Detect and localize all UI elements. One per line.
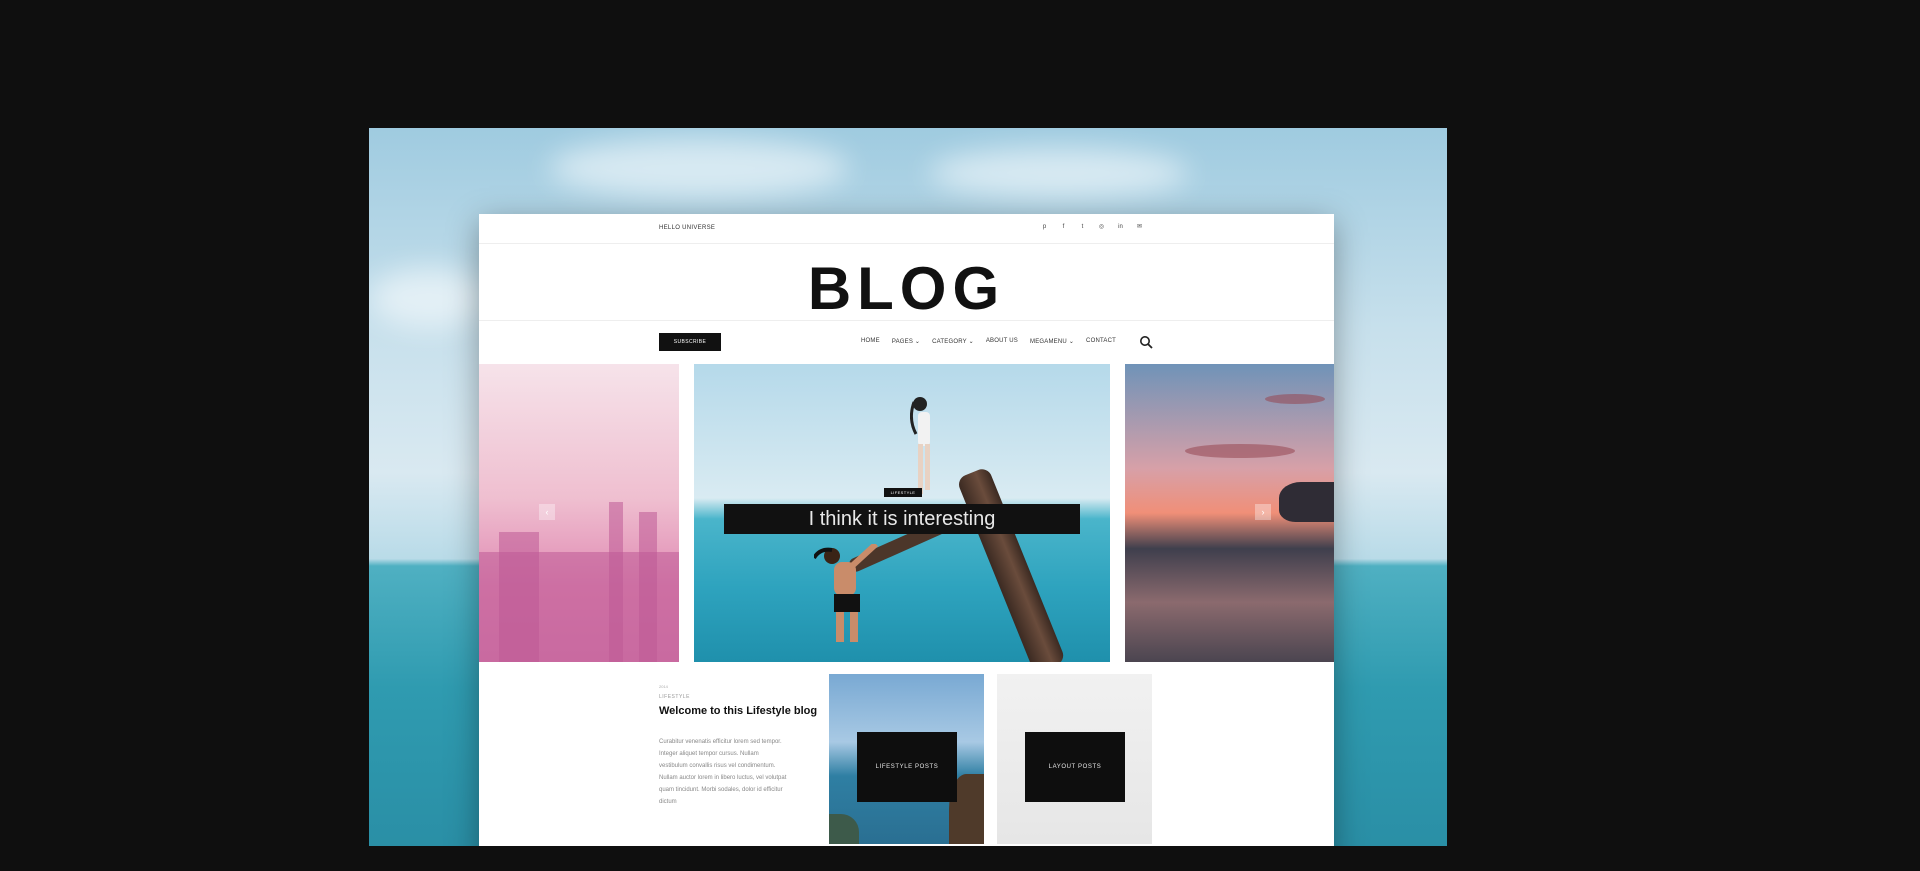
slider-next-arrow[interactable]: ›: [1255, 504, 1271, 520]
email-icon[interactable]: ✉: [1136, 224, 1143, 231]
lifestyle-posts-card[interactable]: LIFESTYLE POSTS: [829, 674, 984, 844]
card-label[interactable]: LIFESTYLE POSTS: [857, 732, 957, 802]
hero-slider: ‹ LIFESTYLE I think it is interesting ›: [479, 364, 1334, 662]
site-logo[interactable]: BLOG: [479, 254, 1334, 323]
slide-city[interactable]: ‹: [479, 364, 679, 662]
nav-item-pages[interactable]: PAGES ⌄: [892, 338, 920, 345]
card-label[interactable]: LAYOUT POSTS: [1025, 732, 1125, 802]
latest-posts: 2014 LIFESTYLE Welcome to this Lifestyle…: [479, 674, 1334, 846]
greeting-text: HELLO UNIVERSE: [659, 225, 716, 231]
social-links: p f t ◎ in ✉: [1041, 224, 1143, 231]
city-tower: [609, 502, 623, 662]
city-building: [499, 532, 539, 662]
blog-theme-preview: HELLO UNIVERSE p f t ◎ in ✉ BLOG SUBSCRI…: [479, 214, 1334, 846]
cloud-shape: [369, 268, 489, 328]
layout-posts-card[interactable]: LAYOUT POSTS: [997, 674, 1152, 844]
nav-item-megamenu[interactable]: MEGAMENU ⌄: [1030, 338, 1074, 345]
post-category[interactable]: LIFESTYLE: [659, 694, 690, 700]
preview-background: HELLO UNIVERSE p f t ◎ in ✉ BLOG SUBSCRI…: [369, 128, 1447, 846]
nav-item-category[interactable]: CATEGORY ⌄: [932, 338, 974, 345]
post-date: 2014: [659, 684, 668, 689]
dribbble-icon[interactable]: ◎: [1098, 224, 1105, 231]
cloud-shape: [1265, 394, 1325, 404]
tree-trunk: [956, 466, 1067, 662]
facebook-icon[interactable]: f: [1060, 224, 1067, 231]
post-title[interactable]: Welcome to this Lifestyle blog: [659, 705, 817, 717]
slide-sunset[interactable]: ›: [1125, 364, 1334, 662]
search-icon[interactable]: [1139, 335, 1153, 349]
slider-prev-arrow[interactable]: ‹: [539, 504, 555, 520]
linkedin-icon[interactable]: in: [1117, 224, 1124, 231]
menu-items: HOME PAGES ⌄ CATEGORY ⌄ ABOUT US MEGAMEN…: [861, 338, 1116, 345]
top-bar: HELLO UNIVERSE p f t ◎ in ✉: [479, 214, 1334, 244]
main-navigation: SUBSCRIBE HOME PAGES ⌄ CATEGORY ⌄ ABOUT …: [479, 320, 1334, 358]
rock-shape: [1279, 482, 1334, 522]
pinterest-icon[interactable]: p: [1041, 224, 1048, 231]
hero-category-tag[interactable]: LIFESTYLE: [884, 488, 922, 497]
subscribe-button[interactable]: SUBSCRIBE: [659, 333, 721, 351]
nav-item-home[interactable]: HOME: [861, 338, 880, 345]
city-tower: [639, 512, 657, 662]
nav-item-about[interactable]: ABOUT US: [986, 338, 1018, 345]
nav-item-contact[interactable]: CONTACT: [1086, 338, 1116, 345]
cliff-shape: [829, 814, 859, 844]
cloud-shape: [1185, 444, 1295, 458]
twitter-icon[interactable]: t: [1079, 224, 1086, 231]
slide-main[interactable]: LIFESTYLE I think it is interesting: [694, 364, 1110, 662]
man-figure: [814, 544, 879, 642]
hero-headline[interactable]: I think it is interesting: [724, 504, 1080, 534]
cloud-shape: [929, 148, 1189, 198]
cloud-shape: [549, 138, 849, 198]
post-excerpt: Curabitur venenatis efficitur lorem sed …: [659, 739, 787, 805]
